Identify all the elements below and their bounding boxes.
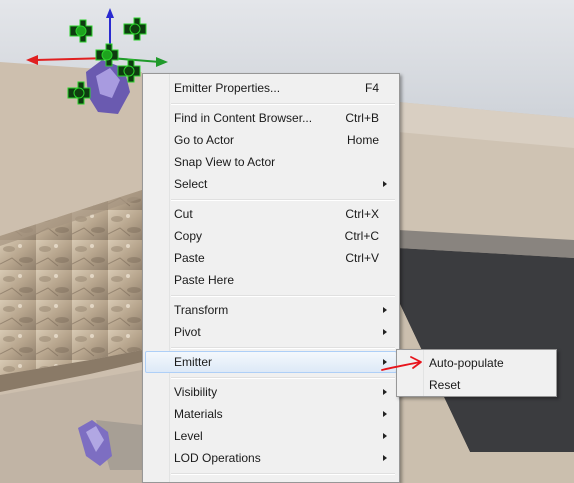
menu-item-shortcut: Ctrl+X xyxy=(345,207,379,221)
menu-item-paste-here[interactable]: Paste Here xyxy=(145,269,397,291)
menu-item-cut[interactable]: Cut Ctrl+X xyxy=(145,203,397,225)
submenu-arrow-icon xyxy=(383,307,387,313)
menu-item-copy[interactable]: Copy Ctrl+C xyxy=(145,225,397,247)
red-arrow-icon xyxy=(381,356,422,371)
menu-item-pivot[interactable]: Pivot xyxy=(145,321,397,343)
menu-item-label: Emitter xyxy=(174,355,213,369)
menu-item-label: LOD Operations xyxy=(174,451,261,465)
menu-item-paste[interactable]: Paste Ctrl+V xyxy=(145,247,397,269)
menu-item-emitter[interactable]: Emitter xyxy=(145,351,397,373)
menu-item-label: Paste Here xyxy=(174,273,235,287)
menu-item-select[interactable]: Select xyxy=(145,173,397,195)
menu-item-label: Reset xyxy=(429,378,461,392)
menu-item-shortcut: Ctrl+V xyxy=(345,251,379,265)
submenu-arrow-icon xyxy=(383,389,387,395)
menu-item-label: Emitter Properties... xyxy=(174,81,281,95)
submenu-arrow-icon xyxy=(383,433,387,439)
menu-item-label: Select xyxy=(174,177,208,191)
menu-item-label: Find in Content Browser... xyxy=(174,111,313,125)
menu-item-label: Pivot xyxy=(174,325,201,339)
menu-item-go-to-actor[interactable]: Go to Actor Home xyxy=(145,129,397,151)
menu-separator xyxy=(171,473,395,475)
menu-item-reset[interactable]: Reset xyxy=(399,373,554,395)
menu-item-label: Transform xyxy=(174,303,229,317)
menu-item-shortcut: Ctrl+C xyxy=(344,229,379,243)
menu-item-label: Materials xyxy=(174,407,223,421)
menu-item-shortcut: F4 xyxy=(364,81,379,95)
actor-context-menu: Emitter Properties... F4 Find in Content… xyxy=(142,73,400,483)
menu-item-label: Go to Actor xyxy=(174,133,235,147)
menu-item-label: Copy xyxy=(174,229,203,243)
menu-item-label: Snap View to Actor xyxy=(174,155,276,169)
menu-item-visibility[interactable]: Visibility xyxy=(145,381,397,403)
menu-item-label: Cut xyxy=(174,207,193,221)
menu-item-snap-view-to-actor[interactable]: Snap View to Actor xyxy=(145,151,397,173)
submenu-arrow-icon xyxy=(383,455,387,461)
menu-item-label: Paste xyxy=(174,251,205,265)
menu-item-find-in-content-browser[interactable]: Find in Content Browser... Ctrl+B xyxy=(145,107,397,129)
menu-item-materials[interactable]: Materials xyxy=(145,403,397,425)
menu-separator xyxy=(171,295,395,297)
menu-item-shortcut: Home xyxy=(346,133,379,147)
menu-item-label: Auto-populate xyxy=(429,356,504,370)
menu-item-lod-operations[interactable]: LOD Operations xyxy=(145,447,397,469)
menu-separator xyxy=(171,103,395,105)
submenu-arrow-icon xyxy=(383,411,387,417)
menu-separator xyxy=(171,347,395,349)
submenu-arrow-icon xyxy=(383,181,387,187)
menu-item-level[interactable]: Level xyxy=(145,425,397,447)
menu-item-shortcut: Ctrl+B xyxy=(345,111,379,125)
menu-item-label: Level xyxy=(174,429,203,443)
menu-separator xyxy=(171,199,395,201)
menu-item-label: Visibility xyxy=(174,385,218,399)
menu-item-transform[interactable]: Transform xyxy=(145,299,397,321)
submenu-arrow-icon xyxy=(383,329,387,335)
menu-item-emitter-properties[interactable]: Emitter Properties... F4 xyxy=(145,77,397,99)
menu-separator xyxy=(171,377,395,379)
